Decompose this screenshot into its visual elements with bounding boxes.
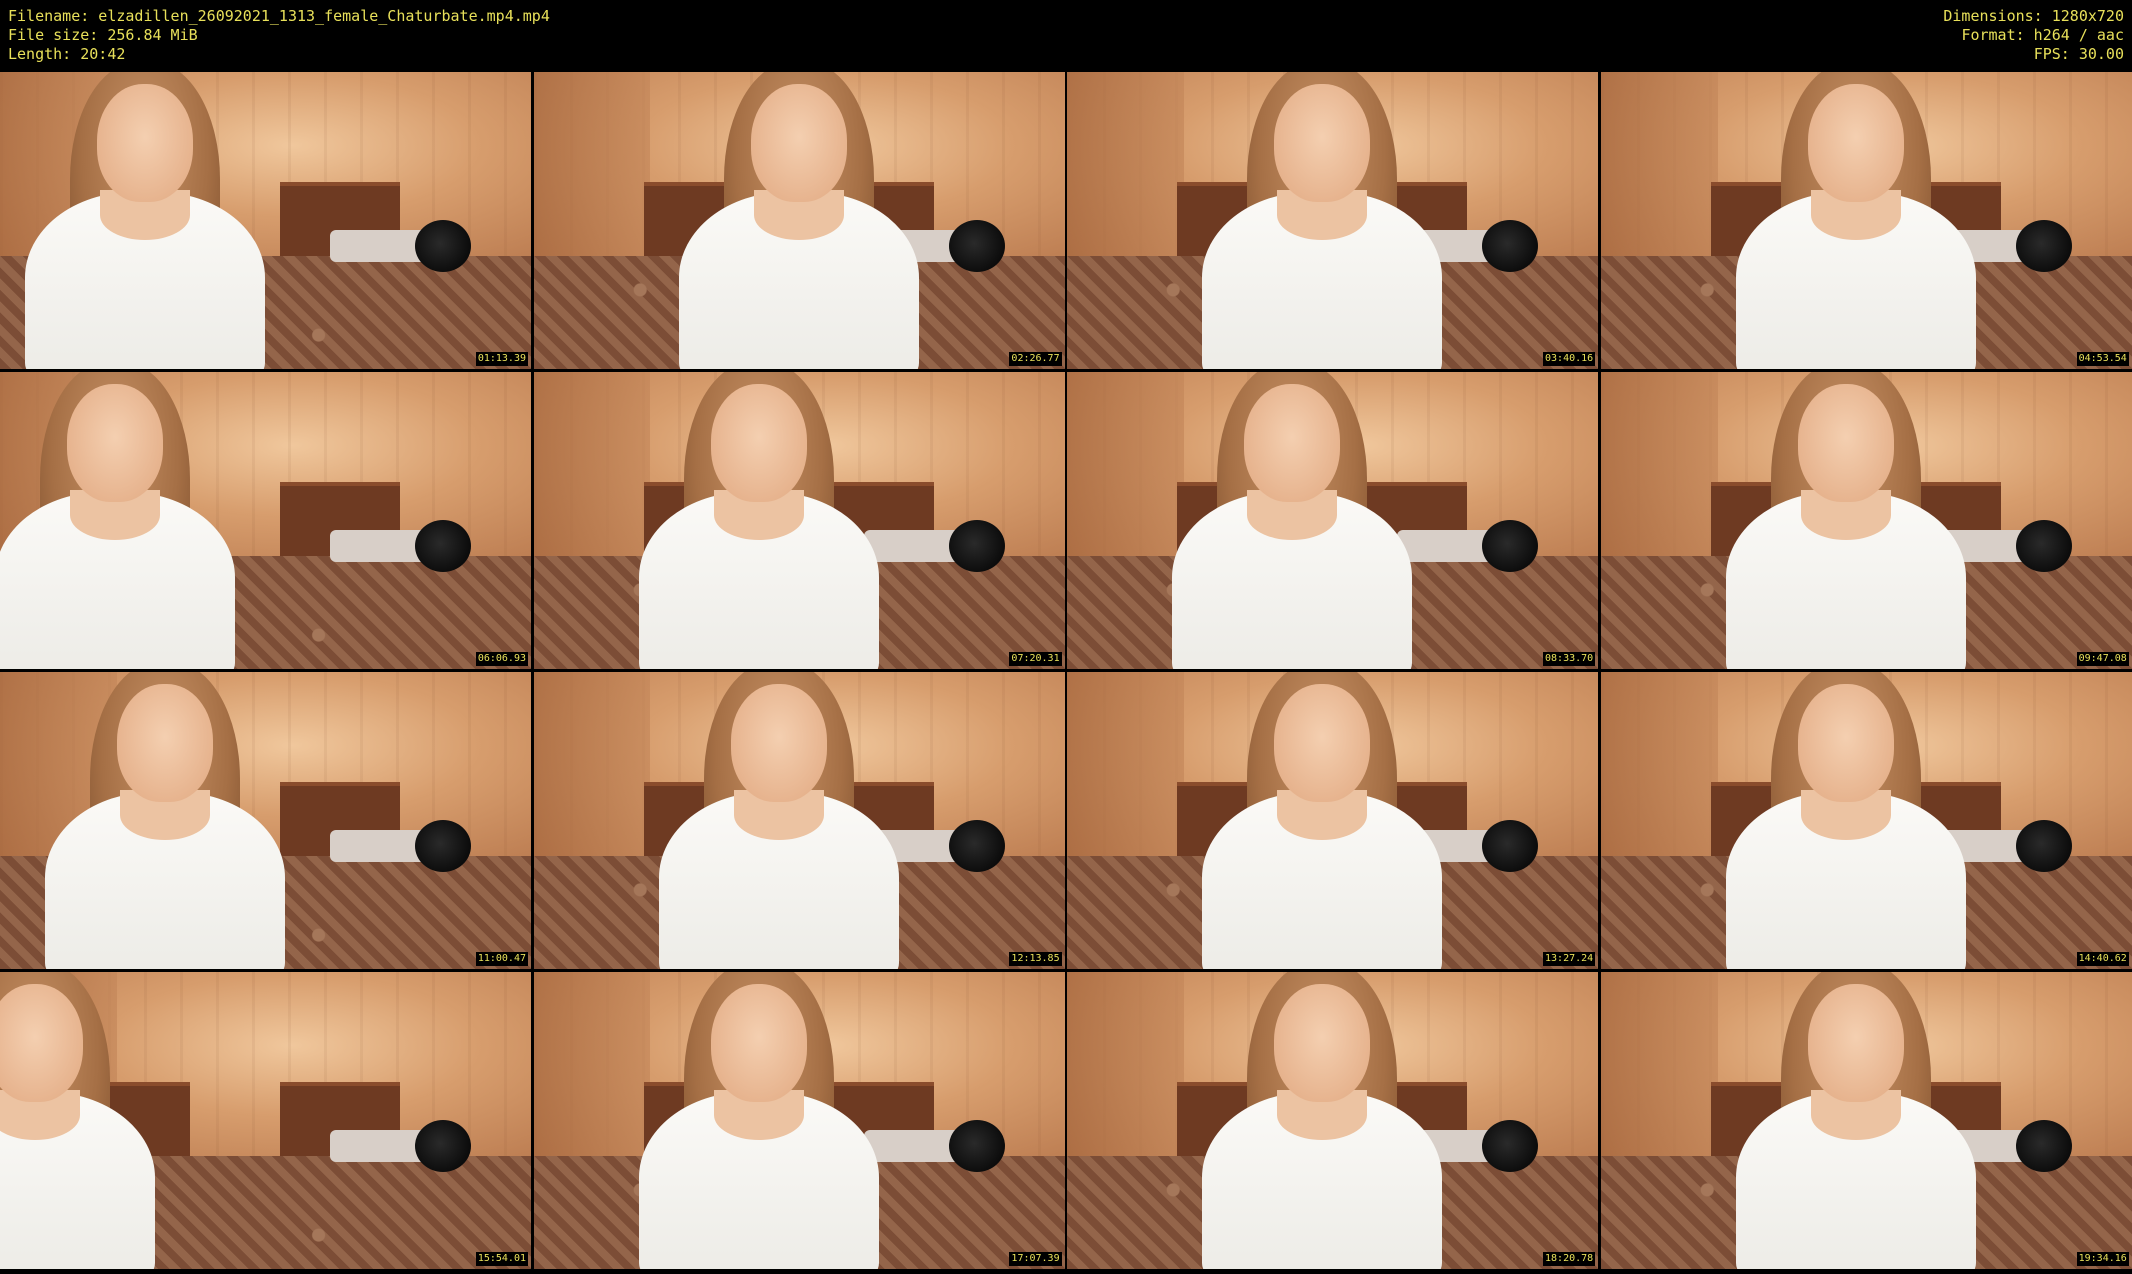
video-thumbnail[interactable]: 06:06.93 xyxy=(0,372,531,669)
speaker-device xyxy=(2015,820,2072,872)
person-face xyxy=(67,384,163,502)
fps-text: FPS: 30.00 xyxy=(2033,45,2124,63)
person-face xyxy=(117,684,213,802)
wall-corner xyxy=(1600,72,1718,257)
video-thumbnail[interactable]: 13:27.24 xyxy=(1067,672,1599,969)
video-thumbnail[interactable]: 18:20.78 xyxy=(1067,972,1599,1269)
person-face xyxy=(0,984,83,1102)
person-face xyxy=(1797,384,1894,502)
thumbnail-grid: 01:13.39 02:26.77 03:40.16 04:53.54 06:06.93… xyxy=(0,72,2132,1274)
speaker-device xyxy=(1482,820,1539,872)
wall-corner xyxy=(533,672,651,857)
thumbnail-timestamp: 08:33.70 xyxy=(1543,652,1596,666)
speaker-device xyxy=(2015,220,2072,272)
speaker-device xyxy=(1482,520,1539,572)
thumbnail-timestamp: 12:13.85 xyxy=(1009,952,1062,966)
person-face xyxy=(1274,84,1371,202)
wall-corner xyxy=(1067,72,1184,257)
speaker-device xyxy=(948,220,1005,272)
wall-corner xyxy=(533,72,651,257)
person-face xyxy=(750,84,847,202)
length-text: Length: 20:42 xyxy=(8,45,126,63)
video-thumbnail[interactable]: 11:00.47 xyxy=(0,672,531,969)
person-face xyxy=(1807,84,1904,202)
speaker-device xyxy=(415,220,471,272)
video-thumbnail[interactable]: 04:53.54 xyxy=(1600,72,2132,369)
thumbnail-timestamp: 15:54.01 xyxy=(475,1252,528,1266)
person-face xyxy=(1797,684,1894,802)
filesize-text: File size: 256.84 MiB xyxy=(8,26,198,44)
thumbnail-timestamp: 09:47.08 xyxy=(2076,652,2129,666)
person-face xyxy=(730,684,827,802)
wall-corner xyxy=(1067,372,1184,557)
thumbnail-timestamp: 01:13.39 xyxy=(475,352,528,366)
person-face xyxy=(1244,384,1341,502)
speaker-device xyxy=(948,1120,1005,1172)
video-thumbnail[interactable]: 17:07.39 xyxy=(533,972,1065,1269)
video-thumbnail[interactable]: 03:40.16 xyxy=(1067,72,1599,369)
speaker-device xyxy=(948,520,1005,572)
wall-corner xyxy=(1067,672,1184,857)
wall-corner xyxy=(1600,972,1718,1157)
thumbnail-timestamp: 07:20.31 xyxy=(1009,652,1062,666)
thumbnail-timestamp: 02:26.77 xyxy=(1009,352,1062,366)
speaker-device xyxy=(1482,220,1539,272)
person-face xyxy=(1274,684,1371,802)
wall-corner xyxy=(533,372,651,557)
video-thumbnail[interactable]: 01:13.39 xyxy=(0,72,531,369)
speaker-device xyxy=(415,820,471,872)
metadata-header: Filename: elzadillen_26092021_1313_femal… xyxy=(0,0,2132,72)
video-thumbnail[interactable]: 19:34.16 xyxy=(1600,972,2132,1269)
person-face xyxy=(710,984,807,1102)
video-thumbnail[interactable]: 07:20.31 xyxy=(533,372,1065,669)
wall-corner xyxy=(1600,672,1718,857)
wall-corner xyxy=(1600,372,1718,557)
video-thumbnail[interactable]: 09:47.08 xyxy=(1600,372,2132,669)
video-thumbnail[interactable]: 08:33.70 xyxy=(1067,372,1599,669)
speaker-device xyxy=(1482,1120,1539,1172)
person-face xyxy=(97,84,193,202)
format-text: Format: h264 / aac xyxy=(1961,26,2124,44)
speaker-device xyxy=(2015,1120,2072,1172)
wall-corner xyxy=(533,972,651,1157)
thumbnail-timestamp: 06:06.93 xyxy=(475,652,528,666)
thumbnail-timestamp: 18:20.78 xyxy=(1543,1252,1596,1266)
thumbnail-timestamp: 19:34.16 xyxy=(2076,1252,2129,1266)
person-face xyxy=(1807,984,1904,1102)
video-thumbnail[interactable]: 02:26.77 xyxy=(533,72,1065,369)
video-info: Dimensions: 1280x720 Format: h264 / aac … xyxy=(1943,7,2124,64)
thumbnail-timestamp: 17:07.39 xyxy=(1009,1252,1062,1266)
file-info: Filename: elzadillen_26092021_1313_femal… xyxy=(8,7,550,64)
speaker-device xyxy=(2015,520,2072,572)
speaker-device xyxy=(948,820,1005,872)
speaker-device xyxy=(415,1120,471,1172)
thumbnail-timestamp: 11:00.47 xyxy=(475,952,528,966)
person-face xyxy=(710,384,807,502)
thumbnail-timestamp: 13:27.24 xyxy=(1543,952,1596,966)
video-thumbnail[interactable]: 12:13.85 xyxy=(533,672,1065,969)
video-thumbnail[interactable]: 14:40.62 xyxy=(1600,672,2132,969)
thumbnail-timestamp: 04:53.54 xyxy=(2076,352,2129,366)
filename-text: Filename: elzadillen_26092021_1313_femal… xyxy=(8,7,550,25)
speaker-device xyxy=(415,520,471,572)
wall-corner xyxy=(1067,972,1184,1157)
video-thumbnail[interactable]: 15:54.01 xyxy=(0,972,531,1269)
dimensions-text: Dimensions: 1280x720 xyxy=(1943,7,2124,25)
thumbnail-timestamp: 03:40.16 xyxy=(1543,352,1596,366)
person-face xyxy=(1274,984,1371,1102)
thumbnail-timestamp: 14:40.62 xyxy=(2076,952,2129,966)
